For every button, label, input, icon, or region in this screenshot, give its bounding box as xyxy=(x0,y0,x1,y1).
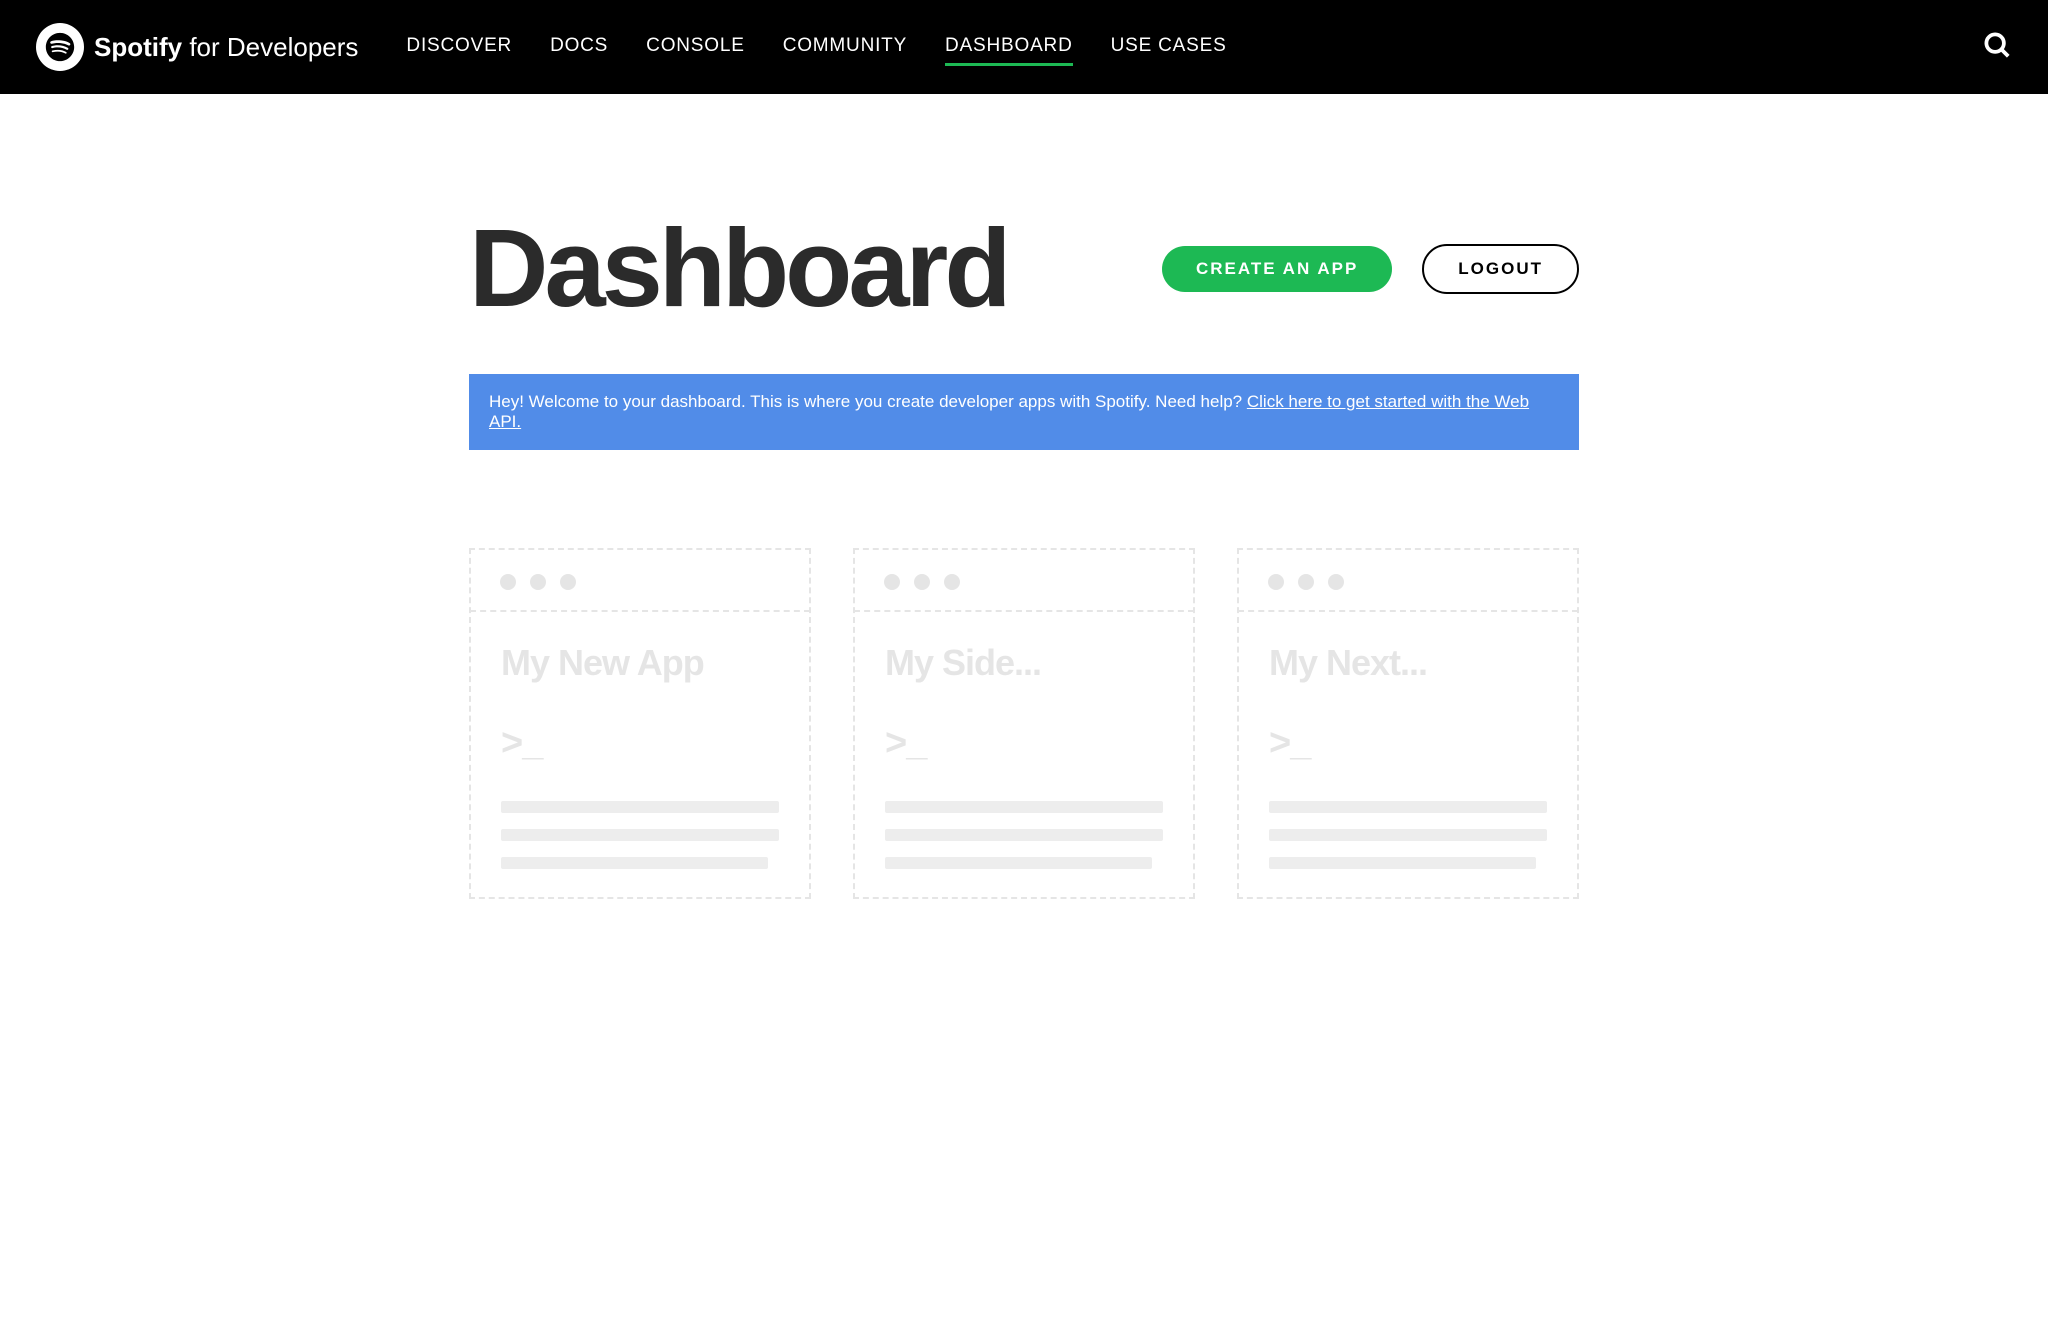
app-title: My New App xyxy=(501,642,779,684)
app-title: My Side... xyxy=(885,642,1163,684)
page-title: Dashboard xyxy=(469,214,1008,324)
app-title: My Next... xyxy=(1269,642,1547,684)
placeholder-lines xyxy=(501,801,779,869)
nav-discover[interactable]: DISCOVER xyxy=(406,29,512,66)
placeholder-lines xyxy=(1269,801,1547,869)
prompt-icon: >_ xyxy=(501,722,779,765)
search-icon[interactable] xyxy=(1982,30,2012,65)
spotify-icon xyxy=(36,23,84,71)
card-window-dots xyxy=(1238,550,1578,612)
nav-use-cases[interactable]: USE CASES xyxy=(1111,29,1227,66)
page-header: Dashboard CREATE AN APP LOGOUT xyxy=(469,94,1579,324)
prompt-icon: >_ xyxy=(885,722,1163,765)
app-card[interactable]: My Side... >_ xyxy=(853,548,1195,899)
brand-text: Spotify for Developers xyxy=(94,32,358,63)
nav-dashboard[interactable]: DASHBOARD xyxy=(945,29,1073,66)
nav-community[interactable]: COMMUNITY xyxy=(783,29,907,66)
header-actions: CREATE AN APP LOGOUT xyxy=(1162,244,1579,294)
card-window-dots xyxy=(470,550,810,612)
welcome-banner: Hey! Welcome to your dashboard. This is … xyxy=(469,374,1579,450)
create-app-button[interactable]: CREATE AN APP xyxy=(1162,246,1392,292)
nav-docs[interactable]: DOCS xyxy=(550,29,608,66)
card-window-dots xyxy=(854,550,1194,612)
prompt-icon: >_ xyxy=(1269,722,1547,765)
logout-button[interactable]: LOGOUT xyxy=(1422,244,1579,294)
app-card[interactable]: My Next... >_ xyxy=(1237,548,1579,899)
app-grid: My New App >_ My Side... >_ My Next... >… xyxy=(469,548,1579,939)
top-navbar: Spotify for Developers DISCOVER DOCS CON… xyxy=(0,0,2048,94)
banner-text: Hey! Welcome to your dashboard. This is … xyxy=(489,392,1247,411)
brand-logo[interactable]: Spotify for Developers xyxy=(36,23,358,71)
placeholder-lines xyxy=(885,801,1163,869)
app-card[interactable]: My New App >_ xyxy=(469,548,811,899)
nav-console[interactable]: CONSOLE xyxy=(646,29,745,66)
nav-links: DISCOVER DOCS CONSOLE COMMUNITY DASHBOAR… xyxy=(406,29,1982,66)
